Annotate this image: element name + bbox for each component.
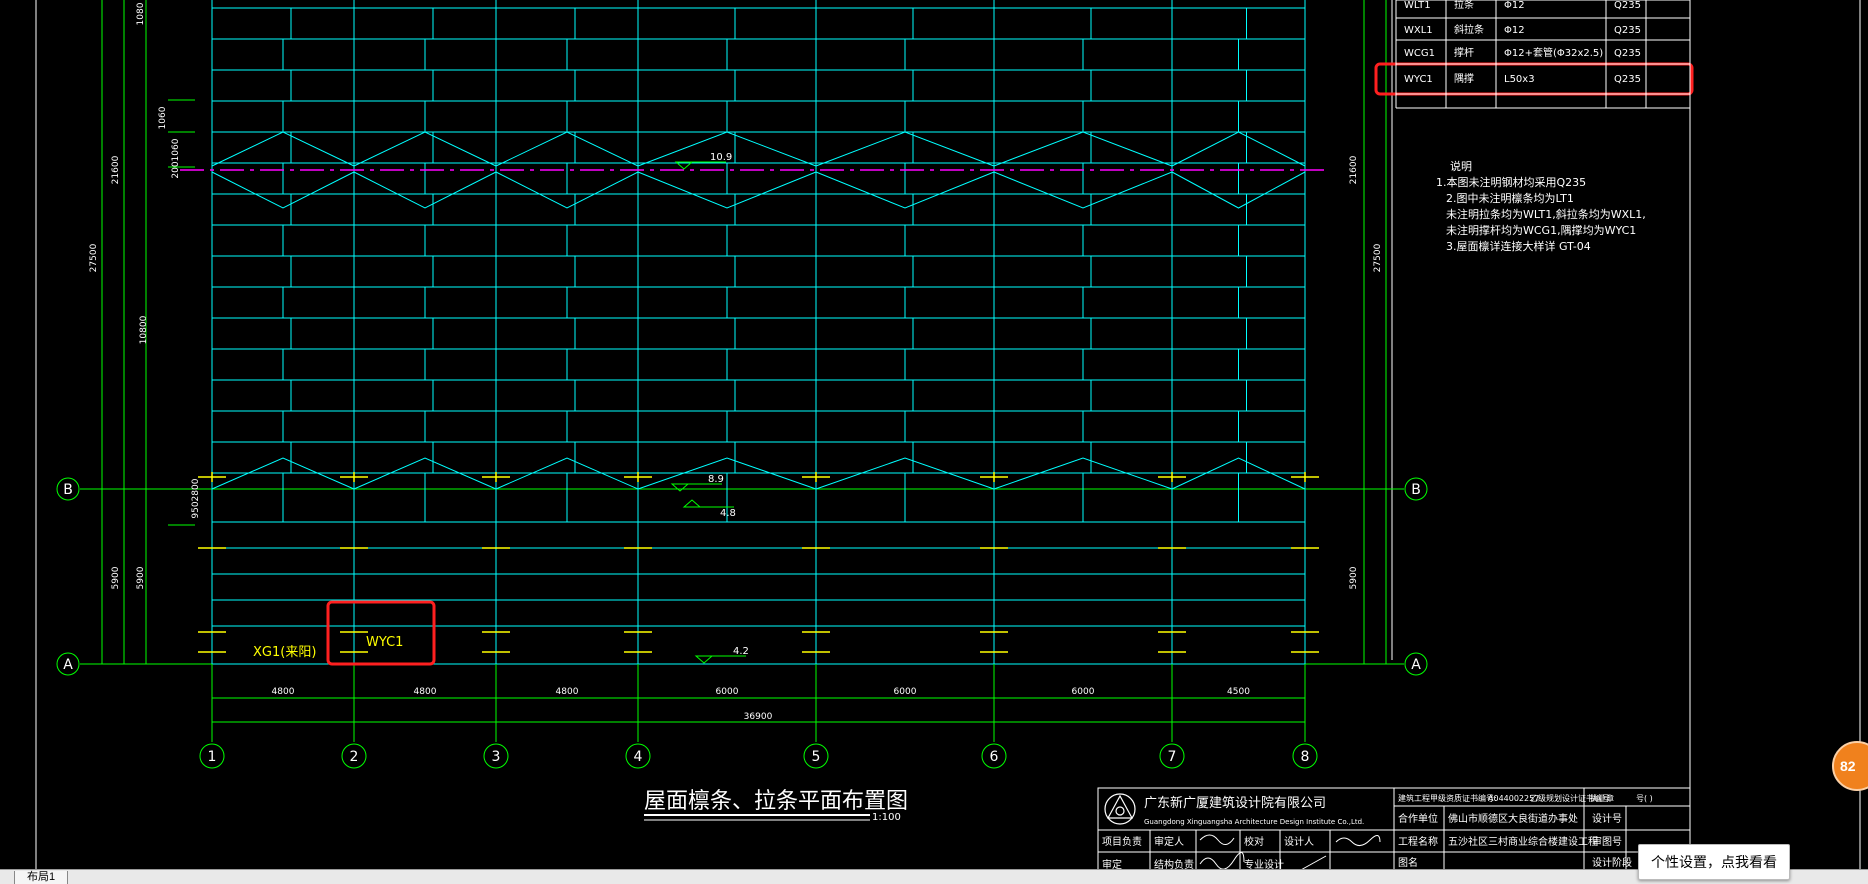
column-axis-label: 8 — [1301, 749, 1310, 765]
table-cell: WYC1 — [1404, 74, 1433, 85]
tb-right-field: 设计号 — [1592, 812, 1622, 825]
dim-text: 1060 — [171, 138, 181, 161]
drawing-scale: 1:100 — [872, 812, 901, 823]
total-dimension: 36900 — [744, 712, 773, 722]
tb-sign-cell: 项目负责 — [1102, 835, 1142, 848]
layout-tab-strip: 布局1 — [0, 869, 1868, 884]
column-axis-label: 5 — [812, 749, 821, 765]
elevation-value: 10.9 — [710, 152, 732, 163]
dim-text: 10800 — [139, 315, 149, 344]
tb-sign-cell: 校对 — [1244, 835, 1264, 848]
dim-text: 1060 — [158, 106, 168, 129]
elevation-value: 4.8 — [720, 508, 736, 519]
table-cell: Q235 — [1614, 48, 1641, 59]
bay-dimension: 6000 — [1072, 687, 1095, 697]
bay-dimension: 4800 — [556, 687, 579, 697]
tb-top-cell: 建筑工程甲级资质证书编号: — [1398, 793, 1497, 803]
drawing-title: 屋面檩条、拉条平面布置图 — [644, 789, 908, 814]
bay-dimension: 6000 — [894, 687, 917, 697]
elevation-value: 4.2 — [733, 646, 749, 657]
dim-text: 21600 — [1349, 155, 1359, 184]
tb-right-field: 设计阶段 — [1592, 856, 1632, 869]
bay-dimension: 4800 — [414, 687, 437, 697]
column-axis-label: 1 — [208, 749, 217, 765]
xg-label: XG1(来阳) — [253, 645, 316, 660]
bay-dimension: 4800 — [272, 687, 295, 697]
elevation-value: 8.9 — [708, 474, 724, 485]
row-axis-label: B — [1411, 482, 1421, 498]
notes-heading: 说明 — [1450, 159, 1472, 173]
table-cell: WXL1 — [1404, 25, 1433, 36]
row-axis-label: B — [63, 482, 73, 498]
dim-text: 5900 — [136, 566, 146, 589]
dim-text: 27500 — [89, 243, 99, 272]
tab-layout1[interactable]: 布局1 — [14, 871, 69, 884]
dim-text: 27500 — [1373, 243, 1383, 272]
cad-drawing-canvas[interactable]: 1 2 3 4 5 6 7 8 B A B A 4800 4800 4800 6000 6000 600… — [0, 0, 1868, 884]
row-axis-label: A — [63, 657, 73, 673]
company-name-en: Guangdong Xinguangsha Architecture Desig… — [1144, 818, 1364, 826]
column-axis-label: 7 — [1168, 749, 1177, 765]
column-axis-label: 4 — [634, 749, 643, 765]
table-cell: Q235 — [1614, 74, 1641, 85]
tb-sign-cell: 审定人 — [1154, 835, 1184, 848]
table-cell: Q235 — [1614, 0, 1641, 11]
dim-text: 950 — [191, 501, 201, 518]
dim-text: 5900 — [1349, 566, 1359, 589]
wyc-label: WYC1 — [366, 635, 403, 650]
table-cell: WLT1 — [1404, 0, 1431, 11]
dim-text: 5900 — [111, 566, 121, 589]
table-cell: Φ12 — [1504, 25, 1525, 36]
table-cell: Q235 — [1614, 25, 1641, 36]
tb-right-field: 审图号 — [1592, 835, 1622, 848]
table-cell: 隅撑 — [1454, 72, 1474, 85]
tb-sign-cell: 设计人 — [1284, 835, 1314, 848]
tb-top-cell: 号( ) — [1636, 794, 1653, 803]
table-cell: 斜拉条 — [1454, 23, 1484, 36]
tb-field-label: 合作单位 — [1398, 812, 1438, 825]
tb-field-label: 图名 — [1398, 856, 1418, 869]
dim-text: 21600 — [111, 155, 121, 184]
dim-text: 2800 — [191, 478, 201, 501]
table-cell: WCG1 — [1404, 48, 1435, 59]
note-line: 2.图中未注明檩条均为LT1 — [1446, 191, 1574, 205]
dim-text: 1080 — [136, 2, 146, 25]
table-cell: Φ12+套管(Φ32x2.5) — [1504, 46, 1603, 59]
bay-dimension: 6000 — [716, 687, 739, 697]
table-cell: 拉条 — [1454, 0, 1474, 11]
note-line: 1.本图未注明钢材均采用Q235 — [1436, 175, 1586, 189]
tb-field-label: 工程名称 — [1398, 835, 1438, 848]
note-line: 未注明拉条均为WLT1,斜拉条均为WXL1, — [1446, 207, 1646, 221]
bay-dimension: 4500 — [1227, 687, 1250, 697]
table-cell: 撑杆 — [1454, 46, 1474, 59]
tb-top-cell: 执业章 — [1590, 793, 1614, 803]
personalize-tooltip[interactable]: 个性设置，点我看看 — [1638, 844, 1790, 880]
table-cell: Φ12 — [1504, 0, 1525, 11]
table-cell: L50x3 — [1504, 74, 1535, 85]
column-axis-label: 2 — [350, 749, 359, 765]
note-line: 3.屋面檩详连接大样详 GT-04 — [1446, 239, 1591, 253]
row-axis-label: A — [1411, 657, 1421, 673]
dim-text: 200 — [171, 161, 181, 178]
column-axis-label: 6 — [990, 749, 999, 765]
note-line: 未注明撑杆均为WCG1,隅撑均为WYC1 — [1446, 223, 1636, 237]
column-axis-label: 3 — [492, 749, 501, 765]
company-name-cn: 广东新广厦建筑设计院有限公司 — [1144, 795, 1326, 811]
tb-field-value: 佛山市顺德区大良街道办事处 — [1448, 812, 1578, 825]
tb-field-value: 五沙社区三村商业综合楼建设工程 — [1448, 835, 1598, 848]
